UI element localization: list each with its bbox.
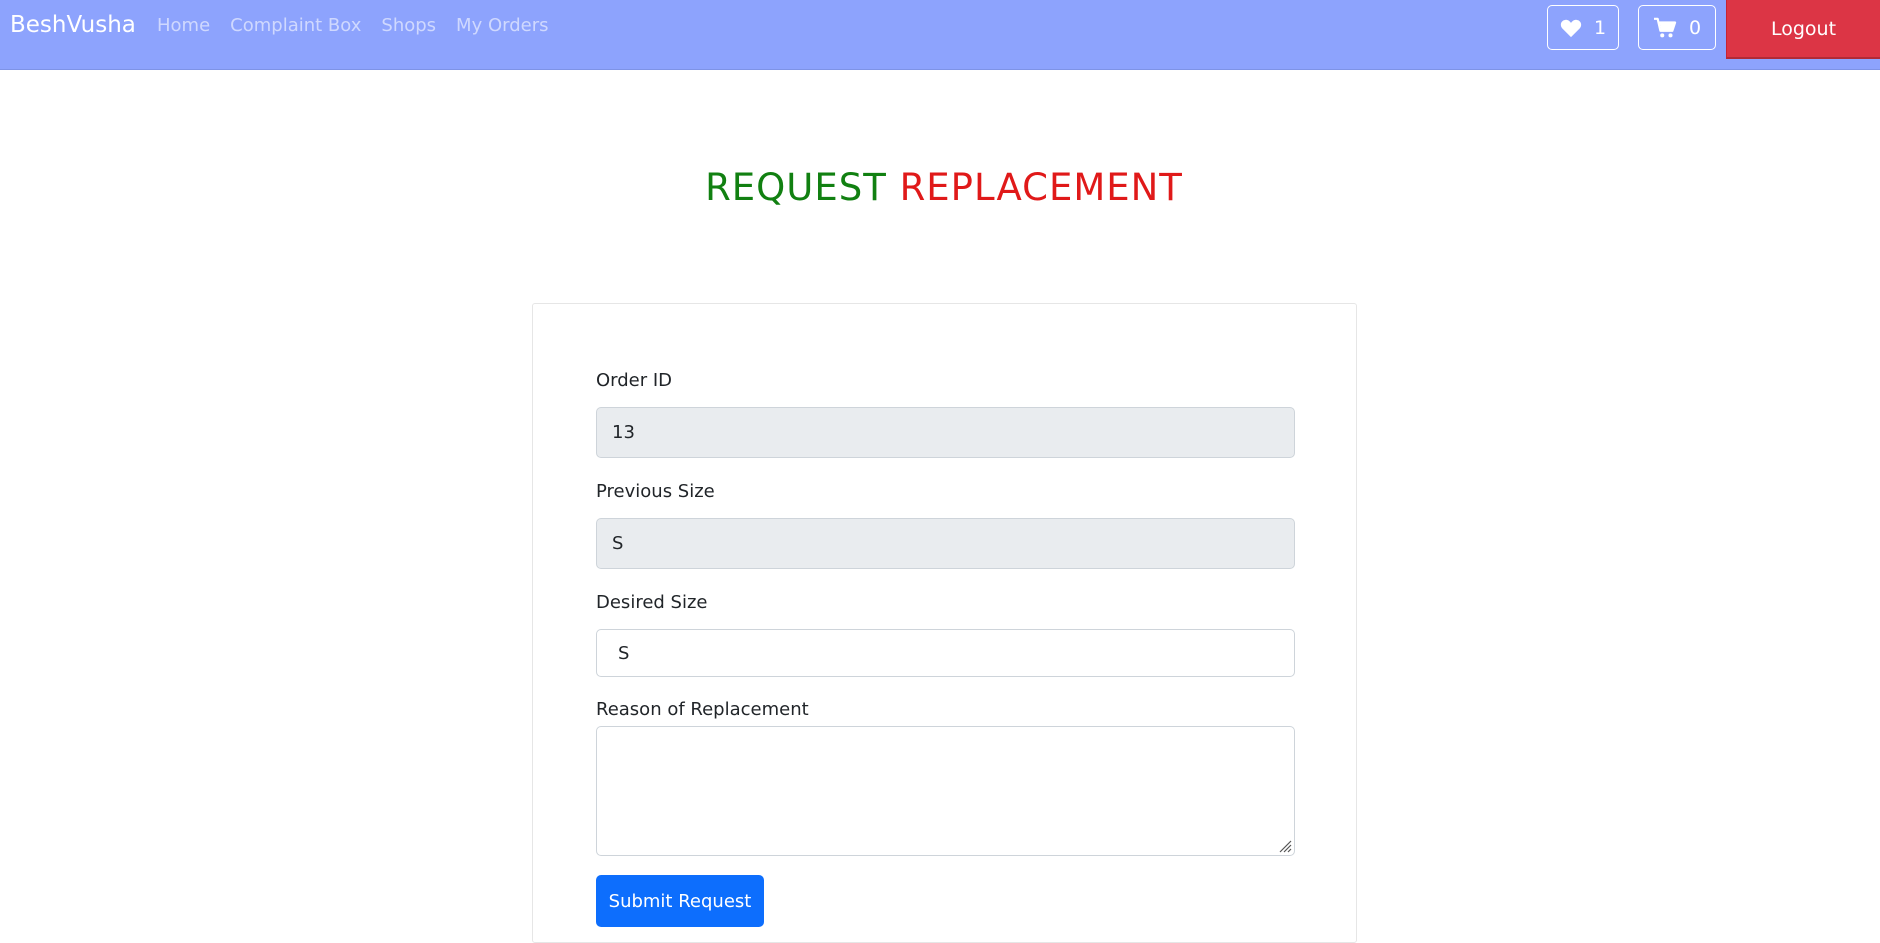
wishlist-count: 1 (1593, 16, 1607, 39)
previous-size-field[interactable]: S (596, 518, 1295, 569)
page-title-replacement: REPLACEMENT (899, 166, 1183, 209)
nav-links: Home Complaint Box Shops My Orders (157, 13, 568, 39)
replacement-form-card: Order ID 13 Previous Size S Desired Size… (532, 303, 1357, 943)
resize-handle-icon[interactable] (1276, 837, 1292, 853)
nav-link-my-orders[interactable]: My Orders (456, 13, 548, 39)
order-id-field[interactable]: 13 (596, 407, 1295, 458)
desired-size-label: Desired Size (596, 592, 708, 613)
nav-link-home[interactable]: Home (157, 13, 210, 39)
order-id-label: Order ID (596, 370, 673, 391)
page-title-request: REQUEST (705, 166, 887, 209)
submit-request-button[interactable]: Submit Request (596, 875, 764, 927)
desired-size-select[interactable]: S (596, 629, 1295, 677)
page-title: REQUEST REPLACEMENT (0, 165, 1880, 211)
nav-link-shops[interactable]: Shops (381, 13, 436, 39)
wishlist-button[interactable]: 1 (1547, 5, 1619, 50)
nav-link-complaint-box[interactable]: Complaint Box (230, 13, 361, 39)
previous-size-label: Previous Size (596, 481, 715, 502)
brand-logo[interactable]: BeshVusha (10, 10, 136, 40)
heart-icon (1560, 18, 1582, 38)
cart-button[interactable]: 0 (1638, 5, 1716, 50)
logout-button[interactable]: Logout (1726, 0, 1880, 59)
navbar: BeshVusha Home Complaint Box Shops My Or… (0, 0, 1880, 70)
reason-textarea[interactable] (596, 726, 1295, 856)
cart-count: 0 (1688, 16, 1702, 39)
cart-icon (1653, 17, 1677, 39)
reason-label: Reason of Replacement (596, 699, 809, 720)
